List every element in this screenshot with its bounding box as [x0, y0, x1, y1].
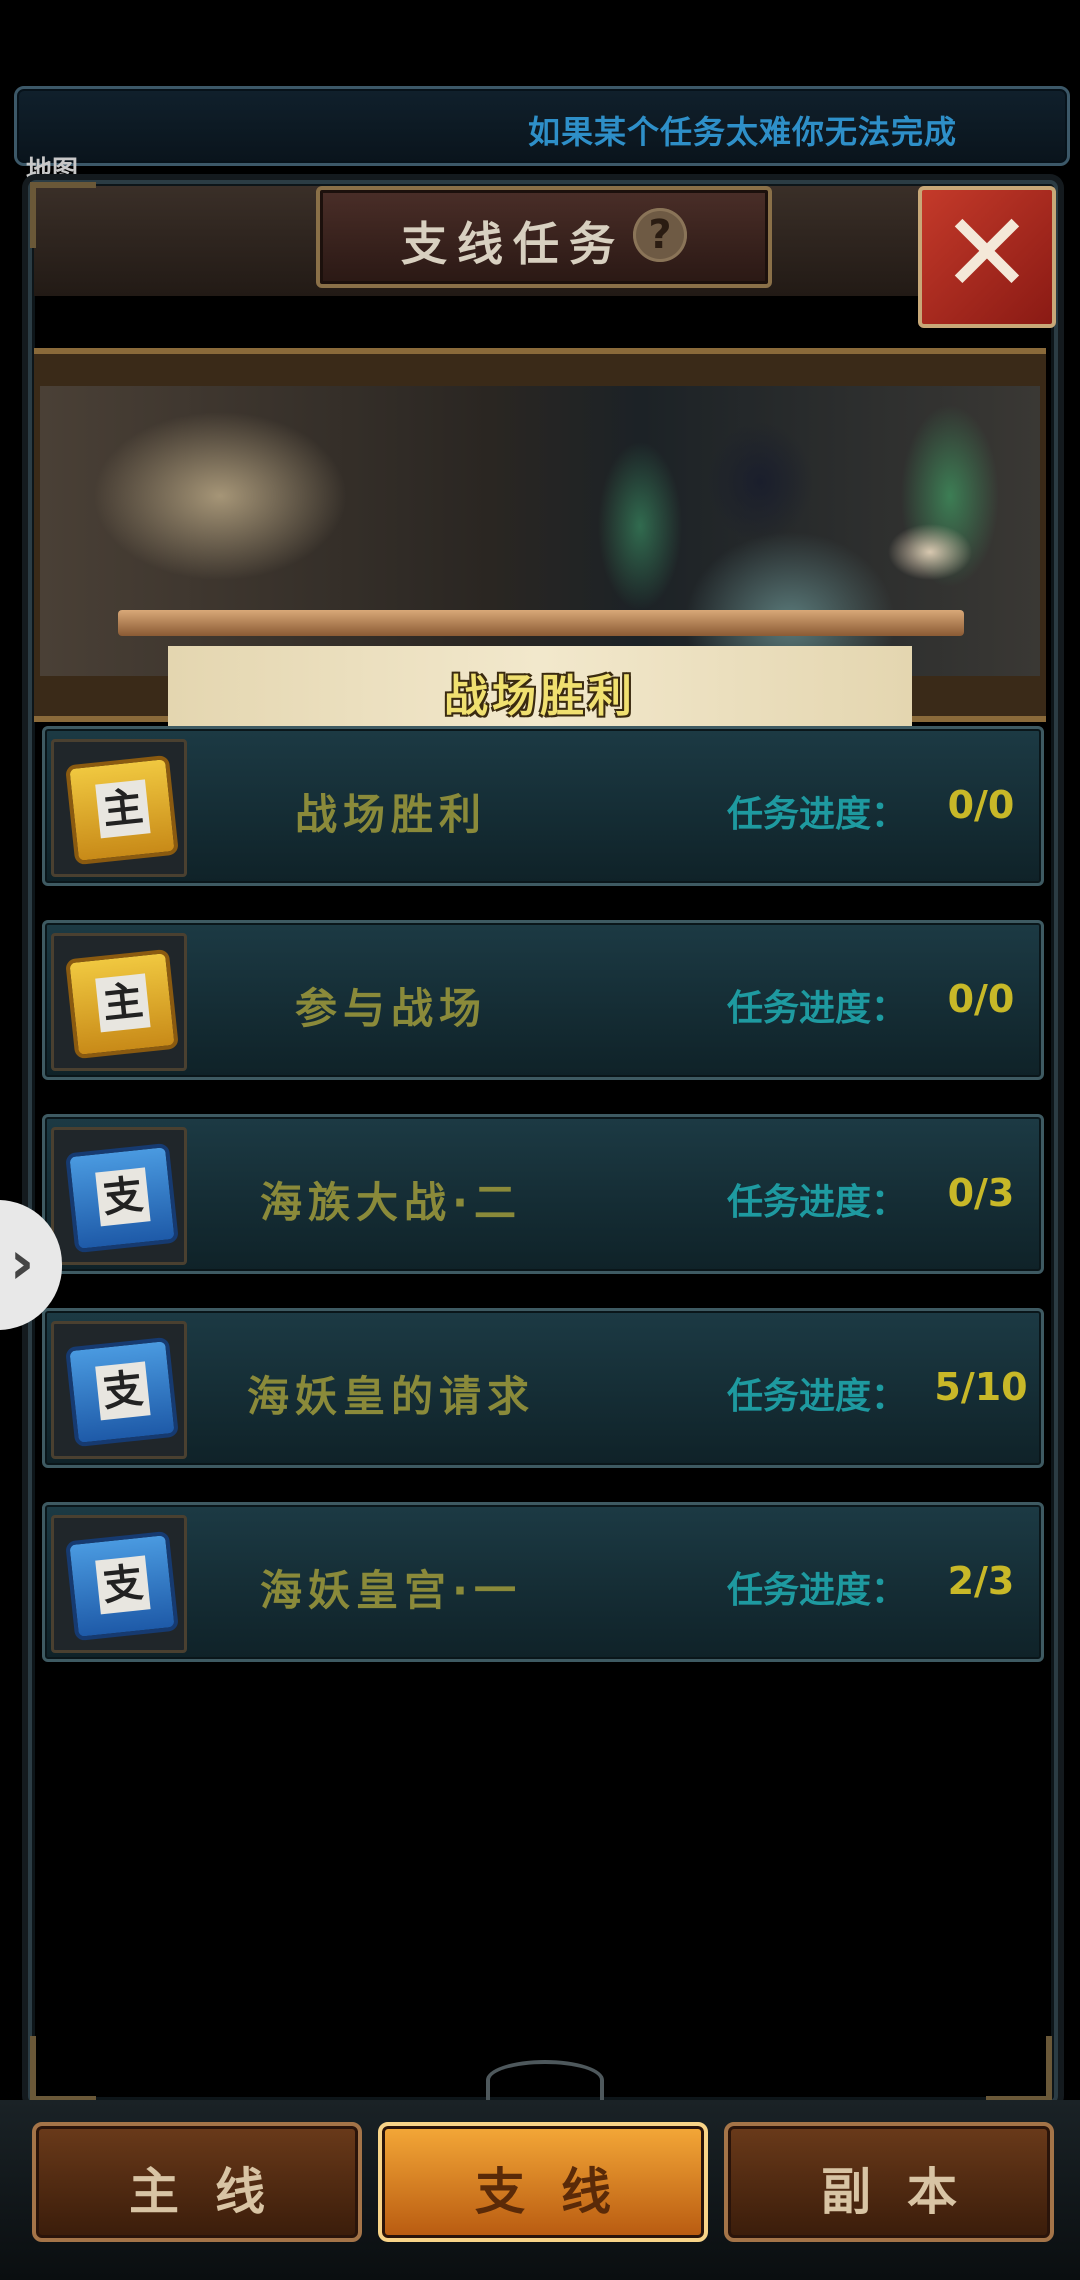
progress-value: 2/3	[947, 1559, 1015, 1603]
progress-label: 任务进度：	[727, 1182, 908, 1223]
scroll-glyph: 主	[95, 779, 151, 839]
quest-icon-frame: 主	[51, 739, 187, 877]
panel-bottom-ornament	[486, 2060, 604, 2100]
tab-label: 副本	[821, 2163, 993, 2221]
quest-name: 战场胜利	[294, 790, 487, 839]
main-scroll-icon: 主	[65, 754, 179, 866]
quest-icon-frame: 主	[51, 933, 187, 1071]
close-button[interactable]: ✕	[918, 186, 1056, 328]
quest-name: 海族大战·二	[260, 1178, 522, 1227]
tab-dungeon[interactable]: 副本	[724, 2122, 1054, 2242]
progress-label: 任务进度：	[727, 988, 908, 1029]
side-scroll-icon: 支	[65, 1530, 179, 1642]
status-bar	[0, 0, 1080, 84]
main-scroll-icon: 主	[65, 948, 179, 1060]
progress-value: 0/0	[947, 977, 1015, 1021]
quest-row[interactable]: 支 海妖皇的请求 任务进度： 5/10	[42, 1308, 1044, 1468]
banner-subtitle-plate: 战场胜利	[168, 646, 912, 732]
hint-text: 如果某个任务太难你无法完成	[527, 113, 957, 151]
scroll-glyph: 支	[95, 1361, 151, 1421]
progress-value: 0/3	[947, 1171, 1015, 1215]
tab-side-quest[interactable]: 支线	[378, 2122, 708, 2242]
quest-row[interactable]: 主 战场胜利 任务进度： 0/0	[42, 726, 1044, 886]
corner-ornament	[30, 182, 96, 248]
quest-icon-frame: 支	[51, 1127, 187, 1265]
quest-name: 海妖皇宫·一	[260, 1566, 522, 1615]
progress-label: 任务进度：	[727, 794, 908, 835]
progress-label: 任务进度：	[727, 1570, 908, 1611]
side-scroll-icon: 支	[65, 1336, 179, 1448]
quest-name: 海妖皇的请求	[246, 1372, 535, 1421]
scroll-glyph: 支	[95, 1555, 151, 1615]
help-icon[interactable]: ?	[633, 208, 687, 262]
quest-icon-frame: 支	[51, 1515, 187, 1653]
side-scroll-icon: 支	[65, 1142, 179, 1254]
quest-name: 参与战场	[294, 984, 487, 1033]
scroll-glyph: 支	[95, 1167, 151, 1227]
progress-label: 任务进度：	[727, 1376, 908, 1417]
quest-row[interactable]: 主 参与战场 任务进度： 0/0	[42, 920, 1044, 1080]
progress-value: 5/10	[934, 1365, 1028, 1409]
corner-ornament	[30, 2036, 96, 2102]
quest-icon-frame: 支	[51, 1321, 187, 1459]
tab-main-quest[interactable]: 主线	[32, 2122, 362, 2242]
tab-label: 主线	[129, 2163, 301, 2221]
progress-value: 0/0	[947, 783, 1015, 827]
title-plaque: 支线任务?	[316, 186, 772, 288]
banner-rail	[118, 610, 964, 636]
tab-label: 支线	[475, 2163, 647, 2221]
hint-ribbon: 如果某个任务太难你无法完成	[14, 86, 1070, 166]
banner-subtitle: 战场胜利	[444, 671, 636, 722]
quest-row[interactable]: 支 海妖皇宫·一 任务进度： 2/3	[42, 1502, 1044, 1662]
page-title: 支线任务	[401, 217, 625, 271]
scroll-glyph: 主	[95, 973, 151, 1033]
quest-row[interactable]: 支 海族大战·二 任务进度： 0/3	[42, 1114, 1044, 1274]
corner-ornament	[986, 2036, 1052, 2102]
